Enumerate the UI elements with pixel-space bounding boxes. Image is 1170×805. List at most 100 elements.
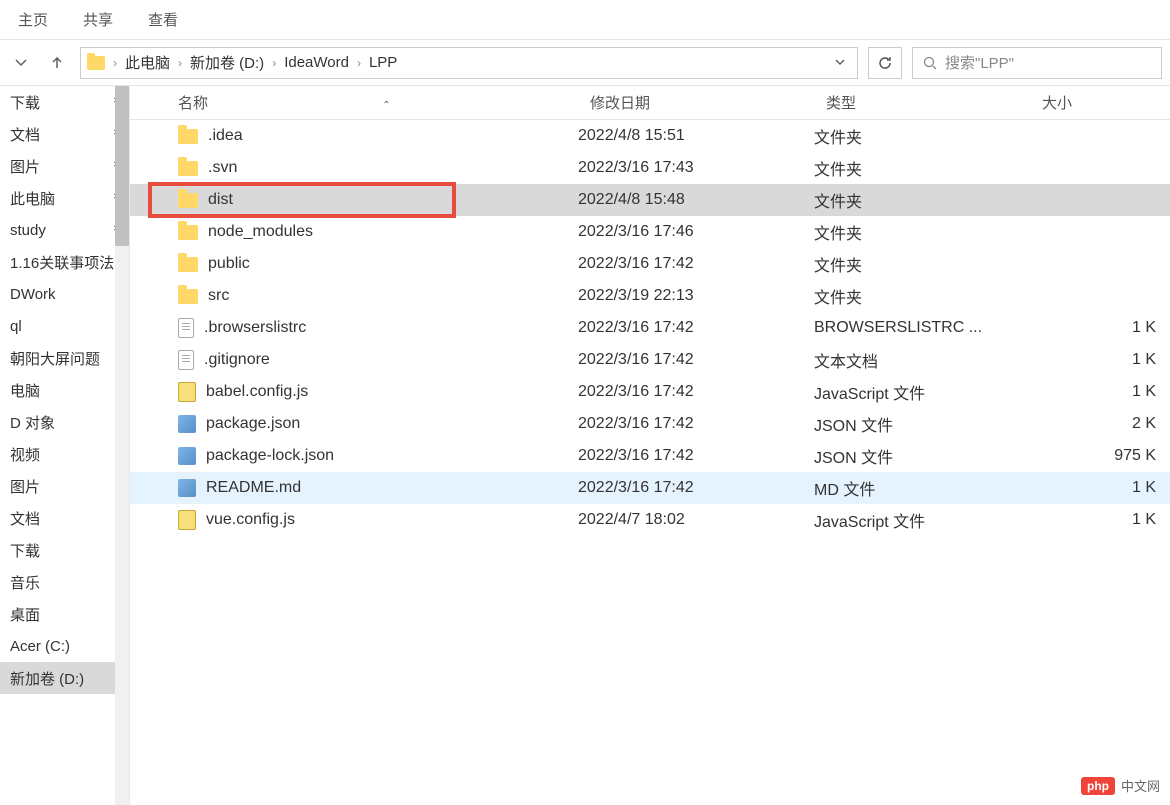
- sidebar-item[interactable]: 此电脑: [0, 182, 129, 214]
- file-type-label: 文本文档: [814, 348, 1030, 372]
- file-size-label: 975 K: [1030, 447, 1170, 465]
- sidebar-item-label: 音乐: [10, 572, 40, 593]
- column-header-date[interactable]: 修改日期: [578, 92, 814, 113]
- column-header-name[interactable]: 名称 ⌃: [130, 92, 578, 113]
- sidebar-scrollbar[interactable]: [115, 86, 129, 805]
- file-type-label: JSON 文件: [814, 412, 1030, 436]
- file-row[interactable]: node_modules 2022/3/16 17:46文件夹: [130, 216, 1170, 248]
- file-type-label: JSON 文件: [814, 444, 1030, 468]
- file-size-label: 1 K: [1030, 383, 1170, 401]
- sidebar-item[interactable]: 音乐: [0, 566, 129, 598]
- column-headers: 名称 ⌃ 修改日期 类型 大小: [130, 86, 1170, 120]
- sidebar-item[interactable]: D 对象: [0, 406, 129, 438]
- file-date-label: 2022/3/19 22:13: [578, 287, 814, 305]
- sidebar-item[interactable]: 新加卷 (D:): [0, 662, 129, 694]
- file-row[interactable]: dist2022/4/8 15:48文件夹: [130, 184, 1170, 216]
- file-date-label: 2022/3/16 17:42: [578, 479, 814, 497]
- sidebar-item-label: 文档: [10, 124, 40, 145]
- up-button[interactable]: [44, 50, 70, 76]
- refresh-button[interactable]: [868, 47, 902, 79]
- column-header-size[interactable]: 大小: [1030, 92, 1170, 113]
- file-row[interactable]: package-lock.json2022/3/16 17:42JSON 文件9…: [130, 440, 1170, 472]
- file-type-label: 文件夹: [814, 220, 1030, 244]
- file-date-label: 2022/3/16 17:43: [578, 159, 814, 177]
- file-date-label: 2022/4/7 18:02: [578, 511, 814, 529]
- sidebar-item[interactable]: DWork: [0, 278, 129, 310]
- sidebar-item[interactable]: 下载: [0, 86, 129, 118]
- file-name-label: public: [208, 255, 250, 273]
- file-row[interactable]: README.md2022/3/16 17:42MD 文件1 K: [130, 472, 1170, 504]
- file-name-cell: package.json: [130, 415, 578, 433]
- file-name-cell: .svn: [130, 159, 578, 177]
- sidebar-item[interactable]: 视频: [0, 438, 129, 470]
- scrollbar-thumb[interactable]: [115, 86, 129, 246]
- file-name-label: package.json: [206, 415, 300, 433]
- sidebar-item[interactable]: 下载: [0, 534, 129, 566]
- js-file-icon: [178, 382, 196, 402]
- file-name-label: README.md: [206, 479, 301, 497]
- file-name-cell: README.md: [130, 479, 578, 497]
- navigation-pane: 下载文档图片此电脑study1.16关联事项法DWorkql朝阳大屏问题电脑D …: [0, 86, 130, 805]
- file-date-label: 2022/3/16 17:46: [578, 223, 814, 241]
- file-row[interactable]: package.json2022/3/16 17:42JSON 文件2 K: [130, 408, 1170, 440]
- sidebar-item[interactable]: 文档: [0, 118, 129, 150]
- history-dropdown[interactable]: [8, 50, 34, 76]
- sidebar-item-label: 此电脑: [10, 188, 55, 209]
- breadcrumb-lpp[interactable]: LPP: [369, 54, 397, 71]
- tab-home[interactable]: 主页: [18, 9, 48, 30]
- file-row[interactable]: babel.config.js2022/3/16 17:42JavaScript…: [130, 376, 1170, 408]
- file-name-label: node_modules: [208, 223, 313, 241]
- file-row[interactable]: .svn2022/3/16 17:43文件夹: [130, 152, 1170, 184]
- breadcrumb-this-pc[interactable]: 此电脑: [125, 52, 170, 73]
- file-list-pane: 名称 ⌃ 修改日期 类型 大小 .idea2022/4/8 15:51文件夹.s…: [130, 86, 1170, 805]
- file-row[interactable]: .idea2022/4/8 15:51文件夹: [130, 120, 1170, 152]
- file-name-label: dist: [208, 191, 233, 209]
- tab-share[interactable]: 共享: [83, 9, 113, 30]
- search-icon: [923, 56, 937, 70]
- file-row[interactable]: .gitignore2022/3/16 17:42文本文档1 K: [130, 344, 1170, 376]
- column-name-label: 名称: [178, 95, 208, 112]
- search-input[interactable]: 搜索"LPP": [912, 47, 1162, 79]
- sidebar-item-label: 桌面: [10, 604, 40, 625]
- ribbon-tabs: 主页 共享 查看: [0, 0, 1170, 40]
- sidebar-item[interactable]: Acer (C:): [0, 630, 129, 662]
- json-file-icon: [178, 415, 196, 433]
- column-header-type[interactable]: 类型: [814, 92, 1030, 113]
- file-name-cell: vue.config.js: [130, 510, 578, 530]
- file-name-cell: .idea: [130, 127, 578, 145]
- sidebar-item[interactable]: 电脑: [0, 374, 129, 406]
- sidebar-item[interactable]: 朝阳大屏问题: [0, 342, 129, 374]
- navigation-bar: › 此电脑 › 新加卷 (D:) › IdeaWord › LPP 搜索"LPP…: [0, 40, 1170, 86]
- chevron-right-icon: ›: [353, 56, 365, 70]
- sidebar-item-label: 图片: [10, 476, 40, 497]
- file-name-label: src: [208, 287, 229, 305]
- file-row[interactable]: public2022/3/16 17:42文件夹: [130, 248, 1170, 280]
- file-name-label: .idea: [208, 127, 243, 145]
- sidebar-item[interactable]: ql: [0, 310, 129, 342]
- file-row[interactable]: .browserslistrc2022/3/16 17:42BROWSERSLI…: [130, 312, 1170, 344]
- file-name-label: vue.config.js: [206, 511, 295, 529]
- sidebar-item-label: 新加卷 (D:): [10, 668, 84, 689]
- sidebar-item[interactable]: 文档: [0, 502, 129, 534]
- address-dropdown[interactable]: [829, 54, 851, 72]
- sidebar-item[interactable]: 1.16关联事项法: [0, 246, 129, 278]
- sidebar-item[interactable]: 图片: [0, 150, 129, 182]
- file-date-label: 2022/3/16 17:42: [578, 447, 814, 465]
- file-date-label: 2022/3/16 17:42: [578, 351, 814, 369]
- sidebar-item[interactable]: 桌面: [0, 598, 129, 630]
- sidebar-item[interactable]: 图片: [0, 470, 129, 502]
- sidebar-item-label: ql: [10, 318, 22, 335]
- js-file-icon: [178, 510, 196, 530]
- file-date-label: 2022/3/16 17:42: [578, 383, 814, 401]
- file-size-label: 1 K: [1030, 351, 1170, 369]
- breadcrumb-drive-d[interactable]: 新加卷 (D:): [190, 52, 264, 73]
- breadcrumb-ideaword[interactable]: IdeaWord: [284, 54, 349, 71]
- chevron-right-icon: ›: [174, 56, 186, 70]
- sidebar-item[interactable]: study: [0, 214, 129, 246]
- file-row[interactable]: src2022/3/19 22:13文件夹: [130, 280, 1170, 312]
- file-row[interactable]: vue.config.js 2022/4/7 18:02JavaScript 文件…: [130, 504, 1170, 536]
- md-file-icon: [178, 479, 196, 497]
- tab-view[interactable]: 查看: [148, 9, 178, 30]
- address-bar[interactable]: › 此电脑 › 新加卷 (D:) › IdeaWord › LPP: [80, 47, 858, 79]
- file-type-label: JavaScript 文件: [814, 508, 1030, 532]
